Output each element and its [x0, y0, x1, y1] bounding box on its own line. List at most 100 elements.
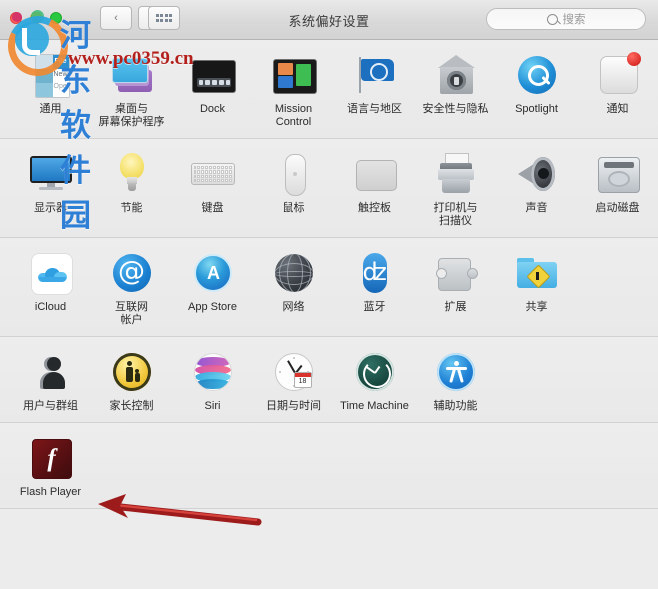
pref-pane-security-privacy[interactable]: 安全性与隐私	[415, 51, 496, 129]
pref-pane-spotlight[interactable]: Spotlight	[496, 51, 577, 129]
pref-pane-printers-scanners[interactable]: 打印机与 扫描仪	[415, 150, 496, 228]
pane-label-line2: 扫描仪	[439, 215, 472, 227]
pref-pane-notifications[interactable]: 通知	[577, 51, 658, 129]
lightbulb-icon	[108, 150, 156, 198]
pref-pane-general[interactable]: File New Ope 通用	[10, 51, 91, 129]
pane-label: Spotlight	[515, 103, 558, 115]
pref-pane-startup-disk[interactable]: 启动磁盘	[577, 150, 658, 228]
pane-label: 启动磁盘	[595, 202, 640, 214]
puzzle-piece-icon	[432, 249, 480, 297]
pane-label: Siri	[204, 400, 221, 412]
pref-pane-sharing[interactable]: 共享	[496, 249, 577, 327]
pane-label-line2: 帐户	[120, 314, 143, 326]
pref-pane-parental-controls[interactable]: 家长控制	[91, 348, 172, 413]
hard-disk-icon	[594, 150, 642, 198]
pref-pane-accessibility[interactable]: 辅助功能	[415, 348, 496, 413]
pref-pane-internet-accounts[interactable]: @ 互联网 帐户	[91, 249, 172, 327]
pane-label: Time Machine	[340, 400, 409, 412]
pane-label: 用户与群组	[23, 400, 78, 412]
keyboard-icon	[189, 150, 237, 198]
pref-pane-extensions[interactable]: 扩展	[415, 249, 496, 327]
search-placeholder: 搜索	[562, 14, 586, 26]
pane-label-line1: 桌面与	[115, 103, 148, 115]
bluetooth-icon: ʣ	[351, 249, 399, 297]
pane-label: 桌面与 屏幕保护程序	[99, 103, 165, 129]
pane-row-3: iCloud @ 互联网 帐户 A App Store 网络 ʣ 蓝牙 扩展 共…	[0, 238, 658, 337]
flash-player-icon: f	[27, 434, 75, 482]
pane-label: 蓝牙	[363, 301, 386, 313]
pane-label-line1: 互联网	[115, 301, 148, 313]
printer-icon	[432, 150, 480, 198]
pane-row-2: 显示器 节能 键盘 鼠标 触控板 打印机与 扫描仪 声音 启动磁盘	[0, 139, 658, 238]
pref-pane-trackpad[interactable]: 触控板	[334, 150, 415, 228]
pane-label: 节能	[120, 202, 143, 214]
pref-pane-mouse[interactable]: 鼠标	[253, 150, 334, 228]
pref-pane-icloud[interactable]: iCloud	[10, 249, 91, 327]
pane-row-4: 用户与群组 家长控制 Siri 18 日期与时间 Time Machine 辅助…	[0, 337, 658, 423]
pane-label-line1: 打印机与	[433, 202, 478, 214]
accessibility-icon	[432, 348, 480, 396]
pane-label: 语言与地区	[347, 103, 402, 115]
pref-pane-bluetooth[interactable]: ʣ 蓝牙	[334, 249, 415, 327]
pref-pane-users-groups[interactable]: 用户与群组	[10, 348, 91, 413]
users-icon	[27, 348, 75, 396]
window-titlebar: ‹ › 系统偏好设置 搜索	[0, 0, 658, 40]
pref-pane-mission-control[interactable]: Mission Control	[253, 51, 334, 129]
pane-label-line1: Mission	[274, 103, 313, 115]
pane-label: 安全性与隐私	[422, 103, 489, 115]
pref-pane-sound[interactable]: 声音	[496, 150, 577, 228]
pane-label: 声音	[525, 202, 548, 214]
pane-label: 家长控制	[109, 400, 154, 412]
pane-label: 扩展	[444, 301, 467, 313]
pref-pane-keyboard[interactable]: 键盘	[172, 150, 253, 228]
dock-icon	[189, 51, 237, 99]
display-icon	[27, 150, 75, 198]
pref-pane-displays[interactable]: 显示器	[10, 150, 91, 228]
time-machine-icon	[351, 348, 399, 396]
pref-pane-dock[interactable]: Dock	[172, 51, 253, 129]
pane-label-line2: 屏幕保护程序	[98, 116, 165, 128]
pane-label: 通用	[39, 103, 62, 115]
pane-row-1: File New Ope 通用 桌面与 屏幕保护程序 Dock Mission …	[0, 40, 658, 139]
general-icon: File New Ope	[27, 51, 75, 99]
pref-pane-language-region[interactable]: 语言与地区	[334, 51, 415, 129]
desktop-screensaver-icon	[108, 51, 156, 99]
pref-pane-date-time[interactable]: 18 日期与时间	[253, 348, 334, 413]
pane-label: 鼠标	[282, 202, 305, 214]
pref-pane-time-machine[interactable]: Time Machine	[334, 348, 415, 413]
icloud-icon	[27, 249, 75, 297]
security-privacy-icon	[432, 51, 480, 99]
parental-controls-icon	[108, 348, 156, 396]
pref-pane-network[interactable]: 网络	[253, 249, 334, 327]
pane-label: Mission Control	[275, 103, 312, 129]
spotlight-icon	[513, 51, 561, 99]
pane-label: iCloud	[34, 301, 67, 313]
pane-label: 网络	[282, 301, 305, 313]
pane-label: 日期与时间	[266, 400, 321, 412]
notifications-icon	[594, 51, 642, 99]
search-input[interactable]: 搜索	[486, 8, 646, 30]
speaker-icon	[513, 150, 561, 198]
pref-pane-flash-player[interactable]: f Flash Player	[10, 434, 91, 499]
clock-calendar-icon: 18	[270, 348, 318, 396]
pref-pane-siri[interactable]: Siri	[172, 348, 253, 413]
pane-label: Dock	[199, 103, 226, 115]
mouse-icon	[270, 150, 318, 198]
pref-pane-desktop-screensaver[interactable]: 桌面与 屏幕保护程序	[91, 51, 172, 129]
pref-pane-app-store[interactable]: A App Store	[172, 249, 253, 327]
calendar-day: 18	[298, 378, 307, 385]
pane-label: 打印机与 扫描仪	[434, 202, 478, 228]
language-region-icon	[351, 51, 399, 99]
search-icon	[546, 13, 558, 25]
badge-dot	[626, 52, 641, 66]
app-store-icon: A	[189, 249, 237, 297]
preference-panes: File New Ope 通用 桌面与 屏幕保护程序 Dock Mission …	[0, 40, 658, 509]
pane-label: 通知	[606, 103, 629, 115]
siri-icon	[189, 348, 237, 396]
pref-pane-energy-saver[interactable]: 节能	[91, 150, 172, 228]
system-preferences-window: ‹ › 系统偏好设置 搜索 FileNewOpe 通用	[0, 0, 658, 589]
sharing-folder-icon	[513, 249, 561, 297]
pane-row-5-third-party: f Flash Player	[0, 423, 658, 509]
pane-label: Flash Player	[19, 486, 82, 498]
trackpad-icon	[351, 150, 399, 198]
